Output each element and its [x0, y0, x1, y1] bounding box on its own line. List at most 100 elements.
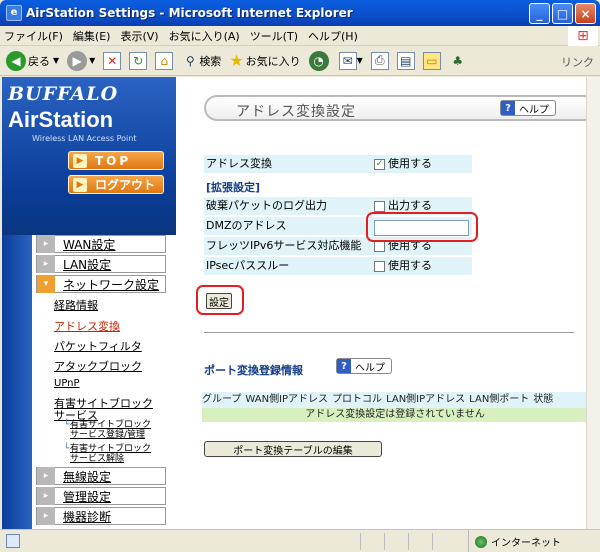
menu-edit[interactable]: 編集(E)	[73, 28, 111, 44]
sidebar: BUFFALO AirStation Wireless LAN Access P…	[2, 77, 176, 529]
corner-icon: └	[64, 444, 70, 454]
history-icon[interactable]: ◔	[308, 50, 329, 71]
col-lan-ip: LAN側IPアドレス	[386, 394, 466, 405]
nav-network[interactable]: ▾ ネットワーク設定	[36, 275, 166, 293]
favorites-label: お気に入り	[245, 54, 301, 68]
airstation-subtitle: Wireless LAN Access Point	[32, 134, 137, 143]
status-bar: インターネット	[0, 529, 600, 552]
page-content: BUFFALO AirStation Wireless LAN Access P…	[2, 77, 586, 529]
col-wan-ip: WAN側IPアドレス	[245, 394, 329, 405]
help-button[interactable]: ? ヘルプ	[500, 100, 556, 116]
sub-routing[interactable]: 経路情報	[54, 297, 98, 313]
address-translation-checkbox[interactable]: ✓	[374, 158, 385, 170]
col-protocol: プロトコル	[332, 394, 383, 405]
row-address-translation: アドレス変換 ✓ 使用する	[204, 155, 472, 173]
bullet-icon: ▸	[37, 255, 55, 273]
ie-icon: e	[6, 5, 22, 21]
search-icon: ⚲	[185, 53, 195, 68]
maximize-button[interactable]: □	[552, 3, 573, 24]
top-button[interactable]: ▶ TOP	[68, 151, 164, 170]
discard-log-checkbox[interactable]	[374, 200, 385, 212]
help-icon: ?	[501, 101, 515, 115]
search-label: 検索	[199, 54, 222, 68]
nav-wan[interactable]: ▸ WAN設定	[36, 235, 166, 253]
close-button[interactable]: ×	[575, 3, 596, 24]
logout-button-label: ログアウト	[95, 178, 156, 192]
ipsec-checkbox[interactable]	[374, 260, 385, 272]
menu-file[interactable]: ファイル(F)	[4, 28, 63, 44]
menu-tools[interactable]: ツール(T)	[250, 28, 298, 44]
page-title: アドレス変換設定	[236, 104, 356, 120]
port-table-header: グループ WAN側IPアドレス プロトコル LAN側IPアドレス LAN側ポート…	[202, 392, 586, 408]
menu-bar: ファイル(F) 編集(E) 表示(V) お気に入り(A) ツール(T) ヘルプ(…	[0, 26, 600, 46]
discuss-icon[interactable]: ▭	[422, 51, 441, 70]
buffalo-logo: BUFFALO	[8, 83, 119, 105]
airstation-logo: AirStation	[8, 107, 114, 132]
extended-settings-header: [拡張設定]	[206, 181, 261, 194]
back-dropdown-icon[interactable]: ▼	[53, 56, 59, 65]
menu-favorites[interactable]: お気に入り(A)	[169, 28, 240, 44]
forward-arrow-icon: ▶	[67, 50, 88, 71]
logout-button[interactable]: ▶ ログアウト	[68, 175, 164, 194]
refresh-icon[interactable]: ↻	[129, 51, 148, 70]
arrow-right-icon: ▶	[73, 177, 87, 192]
sub-harmful-register[interactable]: └ 有害サイトブロック サービス登録/管理	[64, 420, 151, 440]
nav-admin[interactable]: ▸ 管理設定	[36, 487, 166, 505]
windows-logo-icon: ⊞	[568, 26, 598, 46]
arrow-right-icon: ▶	[73, 153, 87, 168]
sub-harmful-cancel[interactable]: └ 有害サイトブロック サービス解除	[64, 444, 151, 464]
nav-lan[interactable]: ▸ LAN設定	[36, 255, 166, 273]
corner-icon: └	[64, 420, 70, 430]
menu-view[interactable]: 表示(V)	[120, 28, 158, 44]
nav-wireless[interactable]: ▸ 無線設定	[36, 467, 166, 485]
forward-dropdown-icon[interactable]: ▼	[89, 56, 95, 65]
vertical-scrollbar[interactable]	[586, 77, 600, 529]
messenger-icon[interactable]: ♣	[449, 52, 467, 70]
search-button[interactable]: ⚲ 検索	[181, 52, 221, 70]
sub-packet-filter[interactable]: パケットフィルタ	[54, 338, 142, 354]
nav-diag[interactable]: ▸ 機器診断	[36, 507, 166, 525]
mail-dropdown-icon[interactable]: ▼	[357, 56, 363, 65]
edit-icon[interactable]: ▤	[396, 51, 415, 70]
highlight-dmz	[366, 212, 478, 242]
mail-icon[interactable]: ✉	[338, 51, 357, 70]
sub-address-translation[interactable]: アドレス変換	[54, 318, 120, 334]
menu-help[interactable]: ヘルプ(H)	[308, 28, 358, 44]
row-ipsec: IPsecパススルー 使用する	[204, 257, 472, 275]
toolbar: ◀ 戻る ▼ ▶ ▼ ✕ ↻ ⌂ ⚲ 検索 ★ お気に入り ◔ ✉ ▼ ⎙ ▤ ▭…	[0, 46, 600, 76]
port-help-button[interactable]: ? ヘルプ	[336, 358, 392, 374]
back-button[interactable]: ◀ 戻る ▼	[6, 50, 59, 71]
home-icon[interactable]: ⌂	[155, 51, 174, 70]
port-table-empty-row: アドレス変換設定は登録されていません	[202, 408, 586, 422]
favorites-button[interactable]: ★ お気に入り	[229, 51, 300, 70]
divider	[204, 332, 574, 333]
stop-icon[interactable]: ✕	[103, 51, 122, 70]
edit-port-table-button[interactable]: ポート変換テーブルの編集	[204, 441, 382, 457]
back-arrow-icon: ◀	[6, 50, 26, 71]
globe-icon	[475, 535, 487, 548]
forward-button[interactable]: ▶ ▼	[67, 50, 95, 71]
flets-checkbox[interactable]	[374, 240, 385, 252]
page-header: アドレス変換設定 ? ヘルプ	[204, 95, 586, 121]
port-section-title: ポート変換登録情報	[204, 364, 303, 377]
sidebar-header: BUFFALO AirStation Wireless LAN Access P…	[2, 77, 176, 235]
sidebar-edge	[2, 235, 32, 529]
back-label: 戻る	[28, 54, 50, 68]
page-icon	[6, 534, 20, 548]
bullet-icon: ▸	[37, 467, 55, 485]
links-label[interactable]: リンク	[561, 54, 594, 70]
help-icon: ?	[337, 359, 351, 373]
col-group: グループ	[202, 394, 242, 405]
bullet-icon: ▸	[37, 235, 55, 253]
sub-upnp[interactable]: UPnP	[54, 378, 80, 389]
minimize-button[interactable]: _	[529, 3, 550, 24]
print-icon[interactable]: ⎙	[370, 51, 389, 70]
security-zone: インターネット	[468, 530, 600, 552]
bullet-icon: ▾	[37, 275, 55, 293]
sub-attack-block[interactable]: アタックブロック	[54, 358, 142, 374]
top-button-label: TOP	[95, 153, 132, 168]
col-status: 状態	[533, 394, 554, 405]
star-icon: ★	[229, 51, 244, 70]
window-title-bar: e AirStation Settings - Microsoft Intern…	[0, 0, 600, 26]
main-panel: アドレス変換設定 ? ヘルプ アドレス変換 ✓ 使用する [拡張設定] 破棄パケ…	[176, 77, 586, 529]
